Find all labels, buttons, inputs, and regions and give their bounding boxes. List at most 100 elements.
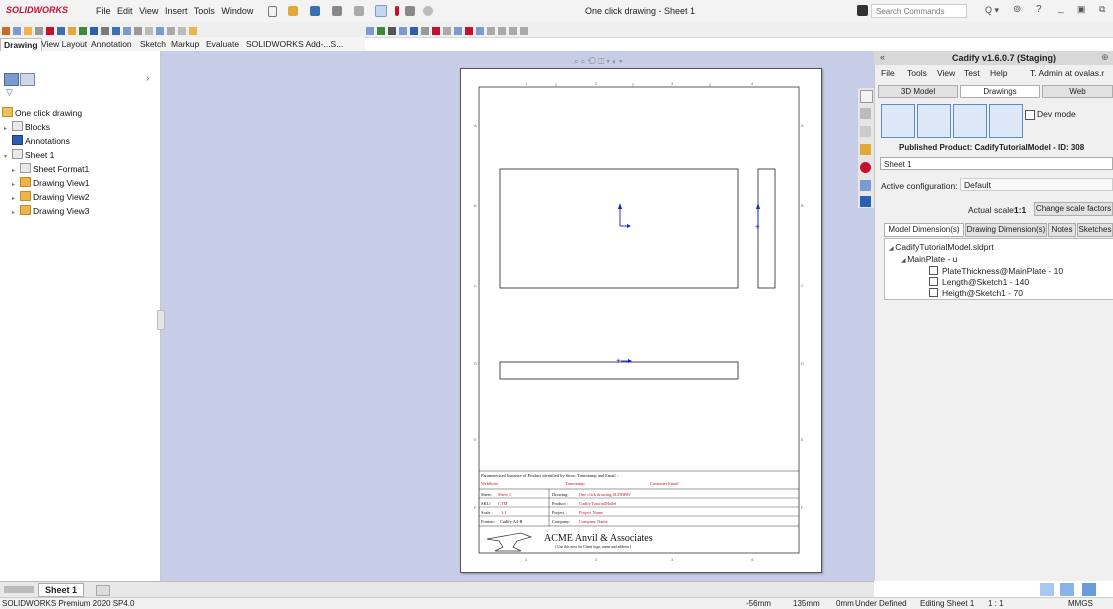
- drawing-sheet[interactable]: 1 2 3 4 1 2 3 4 A B C D E F A B C D E F …: [460, 68, 822, 573]
- tab-drawing-dimensions[interactable]: Drawing Dimension(s): [965, 223, 1047, 237]
- new-document-icon[interactable]: [268, 6, 277, 17]
- menu-edit[interactable]: Edit: [117, 6, 133, 16]
- tree-item-sheet-format[interactable]: ▸ Sheet Format1: [12, 163, 89, 174]
- status-units[interactable]: MMGS: [1068, 599, 1093, 608]
- title-block[interactable]: Parameterised Instance of Product identi…: [479, 470, 799, 552]
- format-value: Cadify A4-R: [500, 519, 523, 524]
- menu-view[interactable]: View: [139, 6, 158, 16]
- rebuild-icon[interactable]: [395, 6, 399, 16]
- tab-annotation[interactable]: Annotation: [88, 38, 135, 50]
- cadify-panel-icon[interactable]: [860, 196, 871, 207]
- origin-marker: ✳: [616, 358, 632, 365]
- minimize-icon[interactable]: _: [1058, 3, 1064, 14]
- dimension-checkbox[interactable]: [929, 266, 938, 275]
- menu-insert[interactable]: Insert: [165, 6, 188, 16]
- tab-3d-model[interactable]: 3D Model: [878, 85, 958, 98]
- drawing-view1-front[interactable]: [499, 168, 739, 289]
- product-value: CadifyTutorialModel: [579, 501, 617, 506]
- print-icon[interactable]: [332, 6, 342, 16]
- panel-collapse-handle[interactable]: [157, 310, 165, 330]
- tab-drawings[interactable]: Drawings: [960, 85, 1040, 98]
- change-scale-button[interactable]: Change scale factors: [1034, 202, 1113, 216]
- chart-icon[interactable]: [1082, 583, 1096, 596]
- help-icon[interactable]: ⊚: [1013, 4, 1021, 15]
- feature-manager-icon[interactable]: [4, 73, 19, 86]
- options-gear-icon[interactable]: [423, 6, 433, 16]
- home-icon[interactable]: [860, 90, 873, 103]
- appearances-icon[interactable]: [860, 162, 871, 173]
- save-icon[interactable]: [310, 6, 320, 16]
- tab-solidworks-addins[interactable]: SOLIDWORKS Add-...S...: [243, 38, 346, 50]
- table-icon[interactable]: [953, 104, 987, 138]
- tab-evaluate[interactable]: Evaluate: [203, 38, 242, 50]
- status-scale[interactable]: 1 : 1: [988, 599, 1004, 608]
- drawing-tools-icons[interactable]: [2, 25, 200, 35]
- tree-item-blocks[interactable]: ▸ Blocks: [4, 121, 50, 132]
- collapse-panel-icon[interactable]: «: [880, 52, 885, 62]
- tab-sketches[interactable]: Sketches: [1077, 223, 1113, 237]
- dimension-item[interactable]: Length@Sketch1 - 140: [929, 277, 1029, 287]
- drawing-view3-side[interactable]: [757, 168, 776, 289]
- menu-file[interactable]: File: [96, 6, 111, 16]
- undo-icon[interactable]: [354, 6, 364, 16]
- display-icon[interactable]: [1060, 583, 1074, 596]
- resources-icon[interactable]: [860, 108, 871, 119]
- tab-notes[interactable]: Notes: [1048, 223, 1076, 237]
- tab-view-layout[interactable]: View Layout: [38, 38, 90, 50]
- tree-item-sheet1[interactable]: ▾ Sheet 1: [4, 149, 54, 160]
- menu-window[interactable]: Window: [221, 6, 253, 16]
- sheet-tab-1[interactable]: Sheet 1: [38, 583, 85, 597]
- tab-markup[interactable]: Markup: [168, 38, 202, 50]
- custom-properties-icon[interactable]: [860, 180, 871, 191]
- cadify-menu-file[interactable]: File: [881, 68, 895, 78]
- tab-web[interactable]: Web: [1042, 85, 1113, 98]
- file-explorer-icon[interactable]: [860, 144, 871, 155]
- dimension-item[interactable]: Heigth@Sketch1 - 70: [929, 288, 1023, 298]
- property-manager-icon[interactable]: [20, 73, 35, 86]
- dimension-checkbox[interactable]: [929, 277, 938, 286]
- add-sheet-icon[interactable]: [96, 585, 110, 596]
- cadify-menu-tools[interactable]: Tools: [907, 68, 927, 78]
- select-icon[interactable]: [375, 5, 387, 17]
- sketch-tools-icons[interactable]: [366, 25, 531, 35]
- open-folder-icon[interactable]: [288, 6, 298, 16]
- pin-icon[interactable]: ⊕: [1101, 52, 1109, 63]
- sheet-select[interactable]: Sheet 1: [880, 157, 1113, 170]
- heads-up-view-toolbar[interactable]: ⌕ ⌕ ⟲ ◫ ▾ ◐ ▾: [574, 57, 704, 67]
- company-title: ACME Anvil & Associates: [544, 533, 653, 544]
- cadify-menu-test[interactable]: Test: [964, 68, 980, 78]
- cadify-menu-help[interactable]: Help: [990, 68, 1007, 78]
- tree-item-annotations[interactable]: Annotations: [12, 135, 70, 146]
- tree-node-model[interactable]: ◢ CadifyTutorialModel.sldprt: [889, 242, 994, 252]
- tree-item-drawing-view2[interactable]: ▸ Drawing View2: [12, 191, 90, 202]
- active-config-field[interactable]: Default: [960, 178, 1113, 191]
- cadify-header: « Cadify v1.6.0.7 (Staging) ⊕: [874, 51, 1113, 65]
- tab-sketch[interactable]: Sketch: [137, 38, 169, 50]
- file-properties-icon[interactable]: [405, 6, 415, 16]
- question-icon[interactable]: ?: [1036, 4, 1042, 15]
- menu-tools[interactable]: Tools: [194, 6, 215, 16]
- notes-icon[interactable]: [917, 104, 951, 138]
- tree-node-mainplate[interactable]: ◢ MainPlate - u: [901, 254, 957, 264]
- tab-drawing[interactable]: Drawing: [0, 38, 42, 51]
- tab-model-dimensions[interactable]: Model Dimension(s): [884, 223, 964, 237]
- col-label: 1: [525, 557, 528, 562]
- filter-icon[interactable]: ▽: [6, 87, 13, 98]
- tree-root-drawing[interactable]: One click drawing: [2, 107, 82, 118]
- create-drawing-icon[interactable]: [881, 104, 915, 138]
- dev-mode-checkbox[interactable]: [1025, 110, 1035, 120]
- view-palette-icon[interactable]: [1040, 583, 1054, 596]
- fit-views-icon[interactable]: [989, 104, 1023, 138]
- tree-item-drawing-view1[interactable]: ▸ Drawing View1: [12, 177, 90, 188]
- dimension-item[interactable]: PlateThickness@MainPlate - 10: [929, 266, 1063, 276]
- search-options-icon[interactable]: Q ▾: [985, 5, 999, 16]
- tree-item-drawing-view3[interactable]: ▸ Drawing View3: [12, 205, 90, 216]
- cadify-menu-view[interactable]: View: [937, 68, 955, 78]
- chevron-right-icon[interactable]: ›: [146, 73, 149, 84]
- dimension-checkbox[interactable]: [929, 288, 938, 297]
- search-commands-input[interactable]: Search Commands: [871, 4, 967, 18]
- design-library-icon[interactable]: [860, 126, 871, 137]
- window-mode-icon[interactable]: ⧉: [1099, 4, 1105, 15]
- restore-icon[interactable]: ▣: [1077, 4, 1086, 15]
- tab-scroll-controls[interactable]: [4, 586, 34, 593]
